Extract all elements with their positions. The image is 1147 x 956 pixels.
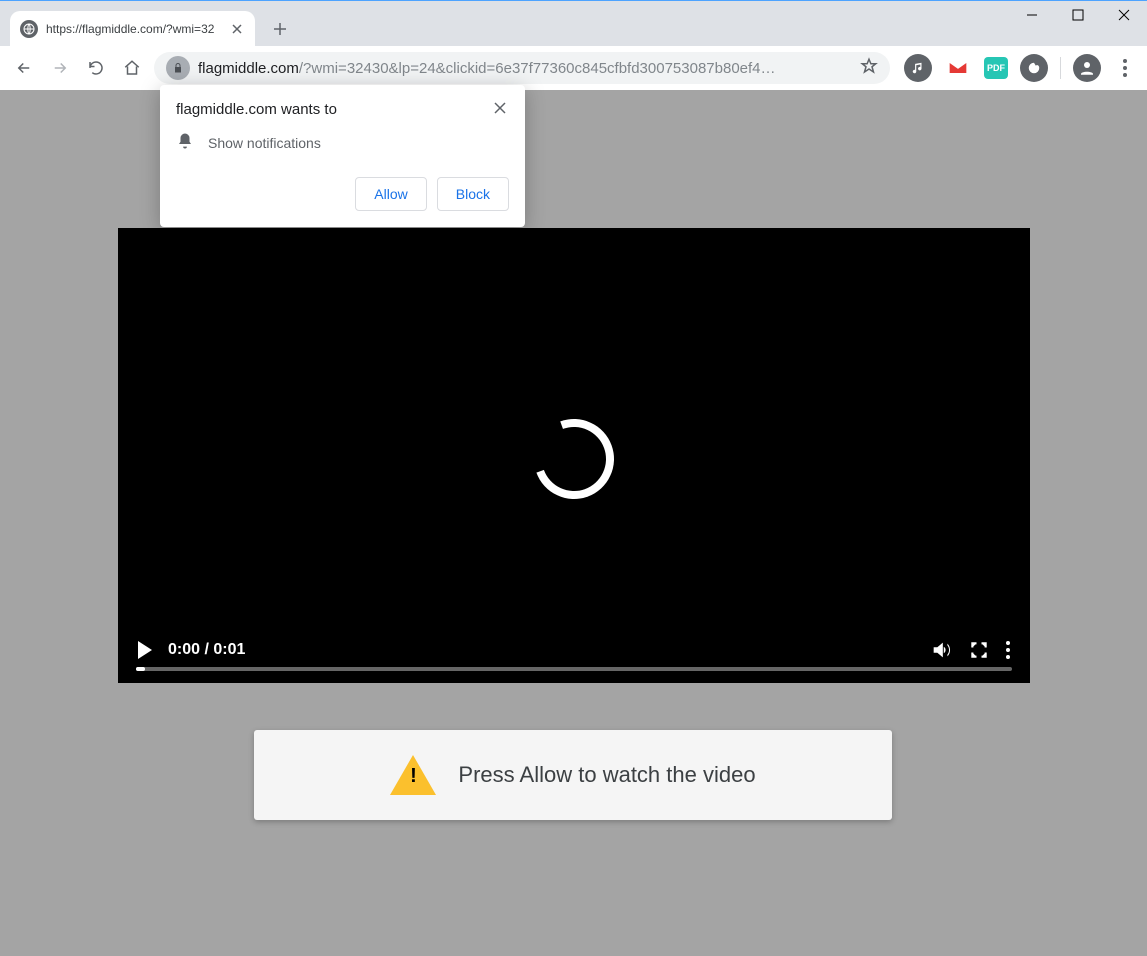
music-extension-icon[interactable] — [904, 54, 932, 82]
browser-menu-button[interactable] — [1113, 59, 1137, 77]
window-close-button[interactable] — [1101, 0, 1147, 30]
url-text: flagmiddle.com/?wmi=32430&lp=24&clickid=… — [198, 60, 852, 77]
tab-title: https://flagmiddle.com/?wmi=32 — [46, 22, 221, 36]
fullscreen-button[interactable] — [968, 639, 990, 661]
toolbar-separator — [1060, 57, 1061, 79]
window-maximize-button[interactable] — [1055, 0, 1101, 30]
page-content: 0:00 / 0:01 ! Press Allow to watch the v… — [0, 90, 1147, 956]
loading-spinner-icon — [521, 406, 627, 512]
tab-close-button[interactable] — [229, 21, 245, 37]
browser-chrome: https://flagmiddle.com/?wmi=32 fl — [0, 0, 1147, 90]
allow-prompt-banner: ! Press Allow to watch the video — [254, 730, 892, 820]
play-button[interactable] — [138, 641, 152, 659]
mail-extension-icon[interactable] — [944, 54, 972, 82]
reload-button[interactable] — [82, 54, 110, 82]
tab-strip: https://flagmiddle.com/?wmi=32 — [0, 1, 1147, 46]
swirl-extension-icon[interactable] — [1020, 54, 1048, 82]
banner-text: Press Allow to watch the video — [458, 762, 755, 788]
address-toolbar: flagmiddle.com/?wmi=32430&lp=24&clickid=… — [0, 46, 1147, 90]
video-time: 0:00 / 0:01 — [168, 641, 245, 659]
forward-button[interactable] — [46, 54, 74, 82]
warning-icon: ! — [390, 755, 436, 795]
lock-icon[interactable] — [166, 56, 190, 80]
back-button[interactable] — [10, 54, 38, 82]
extension-icons: PDF — [904, 54, 1137, 82]
video-player[interactable]: 0:00 / 0:01 — [118, 228, 1030, 683]
address-bar[interactable]: flagmiddle.com/?wmi=32430&lp=24&clickid=… — [154, 52, 890, 84]
video-progress-bar[interactable] — [136, 667, 1012, 671]
volume-button[interactable] — [930, 639, 952, 661]
globe-icon — [20, 20, 38, 38]
pdf-extension-icon[interactable]: PDF — [984, 57, 1008, 79]
home-button[interactable] — [118, 54, 146, 82]
video-menu-button[interactable] — [1006, 641, 1010, 659]
video-controls: 0:00 / 0:01 — [118, 629, 1030, 683]
new-tab-button[interactable] — [265, 14, 295, 44]
window-controls — [1009, 0, 1147, 30]
bookmark-star-icon[interactable] — [860, 57, 878, 80]
window-minimize-button[interactable] — [1009, 0, 1055, 30]
browser-tab[interactable]: https://flagmiddle.com/?wmi=32 — [10, 11, 255, 46]
profile-avatar[interactable] — [1073, 54, 1101, 82]
